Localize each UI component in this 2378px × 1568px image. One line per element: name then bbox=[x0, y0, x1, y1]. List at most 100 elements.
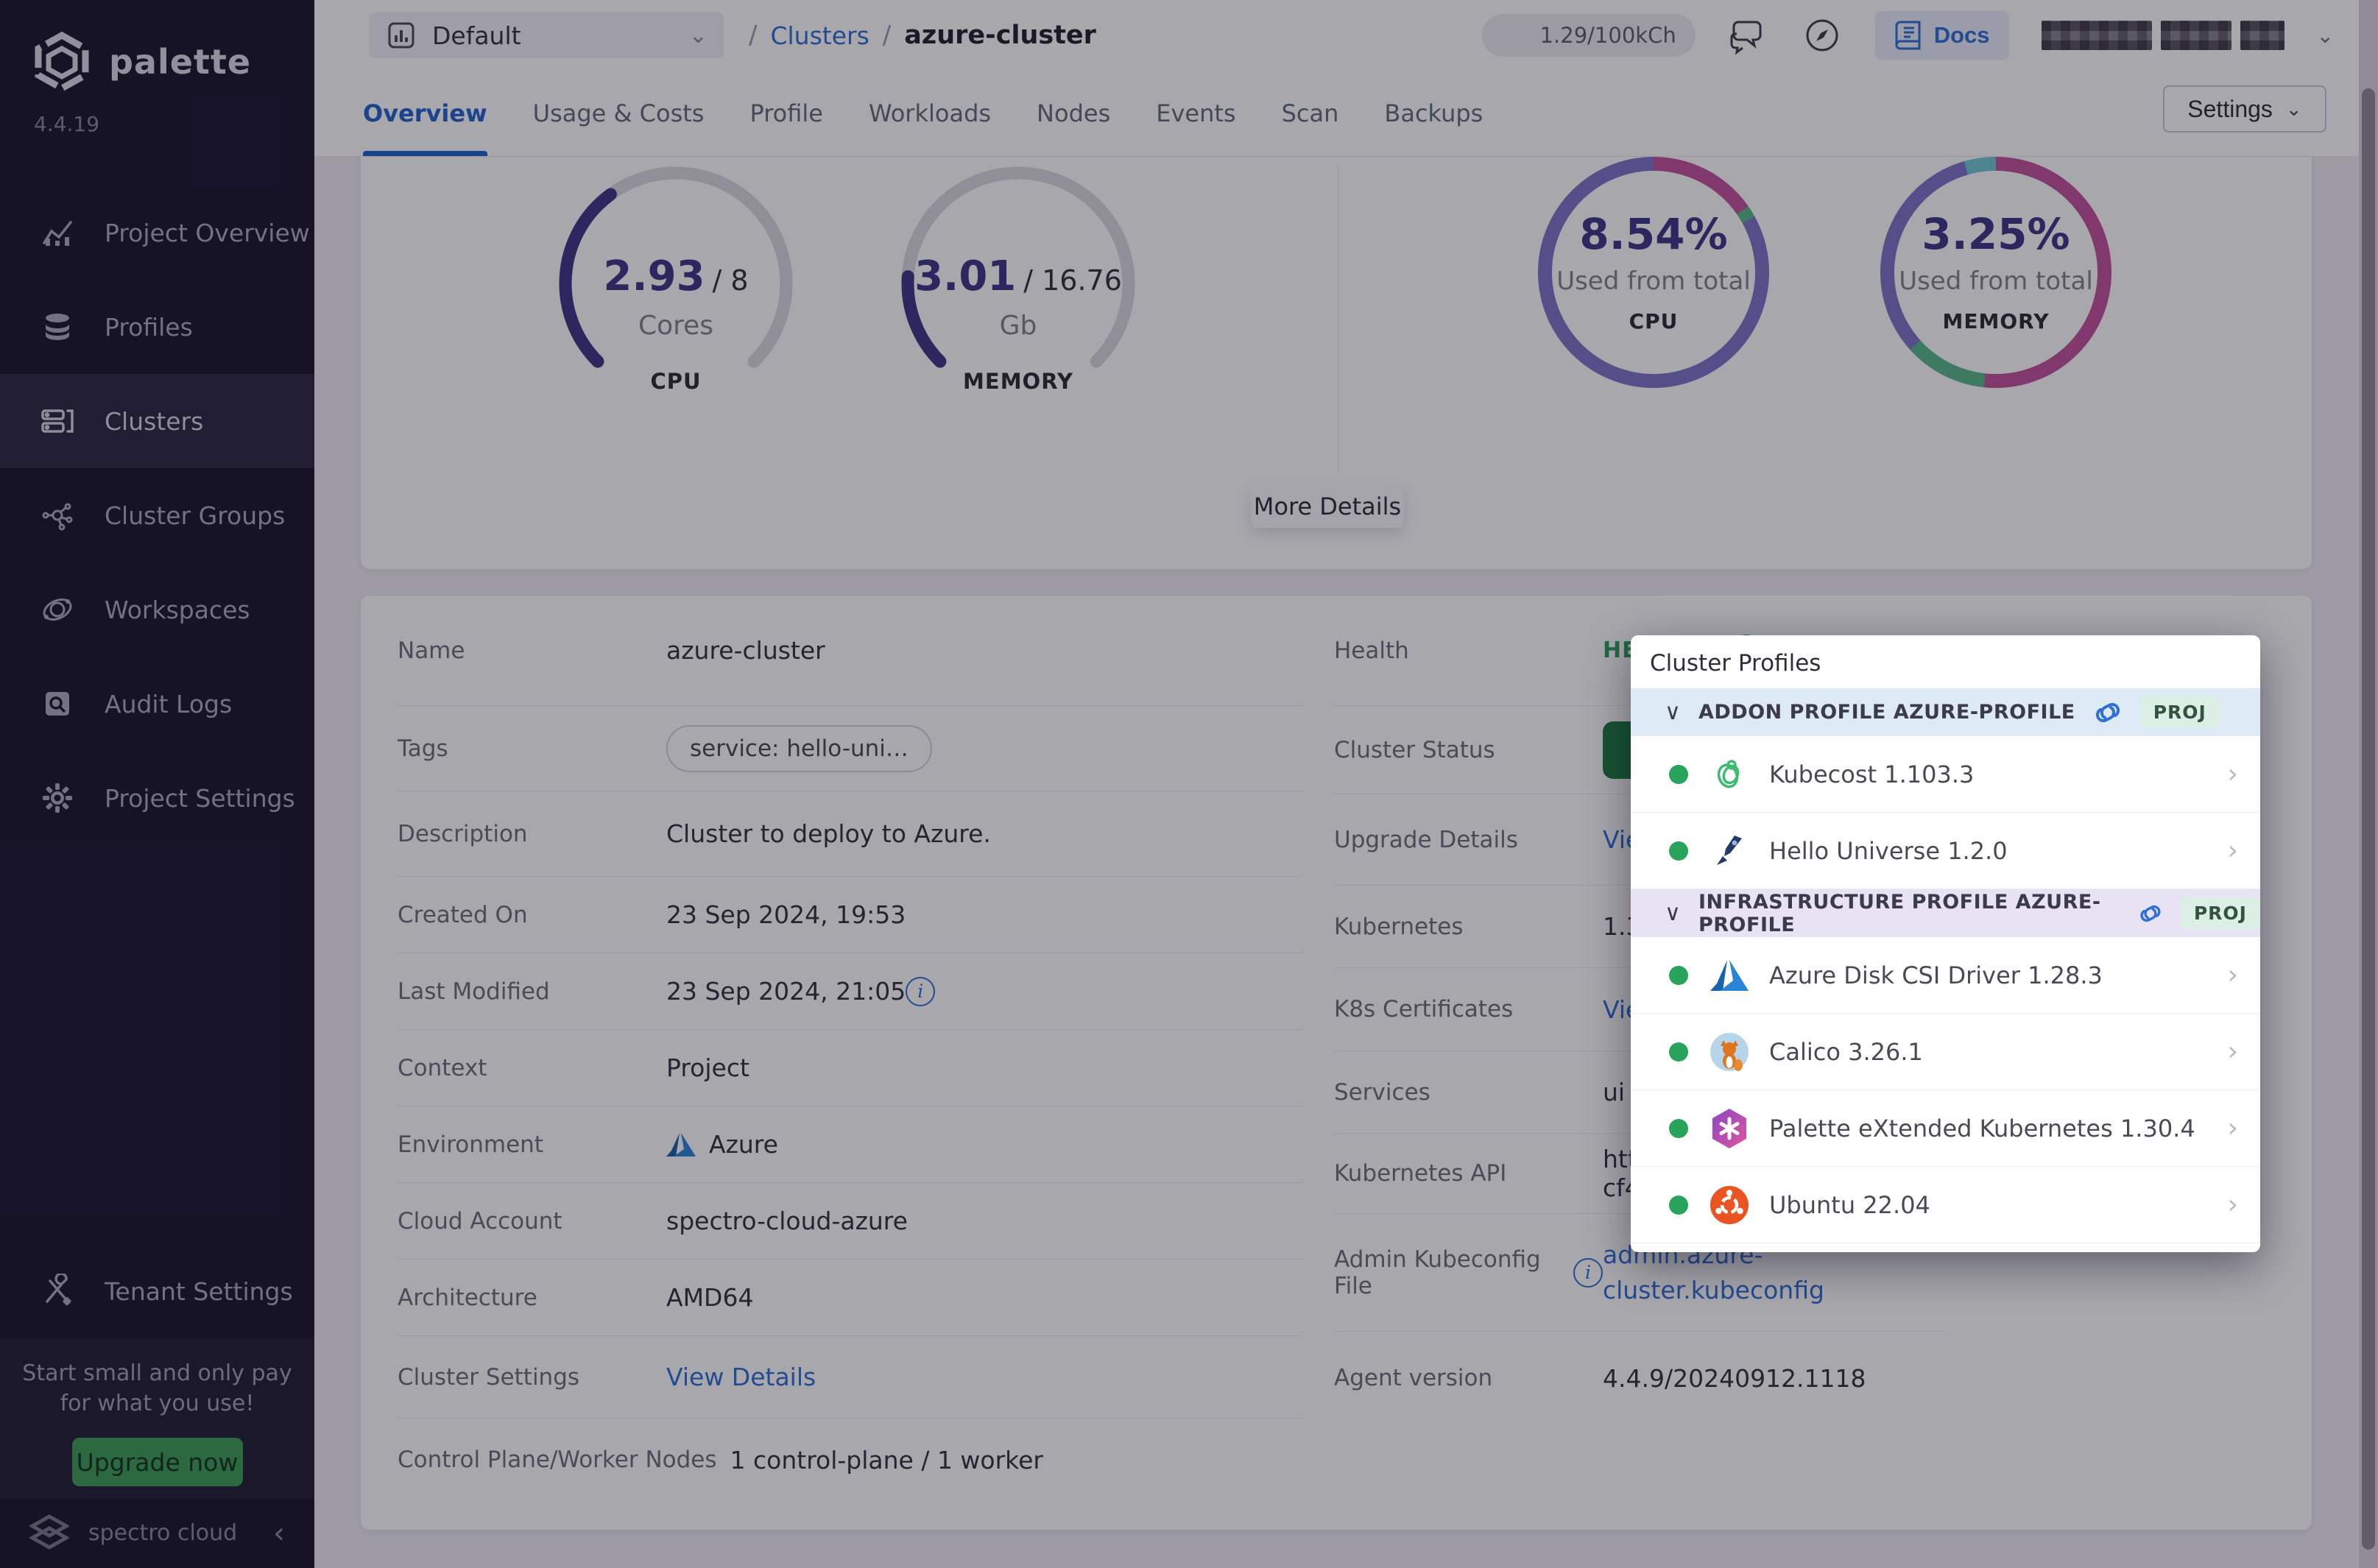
project-icon bbox=[385, 19, 417, 52]
detail-row-description: Description Cluster to deploy to Azure. bbox=[398, 791, 1303, 877]
user-menu-chevron-icon[interactable]: ⌄ bbox=[2317, 24, 2334, 48]
tab-profile[interactable]: Profile bbox=[749, 71, 823, 156]
ubuntu-icon bbox=[1709, 1184, 1750, 1226]
link-icon bbox=[2093, 700, 2123, 725]
proj-badge: PROJ bbox=[2181, 897, 2260, 930]
sidebar-item-profiles[interactable]: Profiles bbox=[0, 280, 314, 374]
status-dot bbox=[1669, 1119, 1688, 1138]
breadcrumb-separator: / bbox=[883, 21, 891, 50]
tenant-settings-section: Tenant Settings bbox=[0, 1244, 314, 1338]
sidebar-item-audit-logs[interactable]: Audit Logs bbox=[0, 657, 314, 751]
sidebar-nav: Project Overview Profiles Clusters Clust… bbox=[0, 186, 314, 845]
profile-item-kubecost[interactable]: Kubecost 1.103.3 › bbox=[1631, 736, 2260, 813]
detail-row-created-on: Created On 23 Sep 2024, 19:53 bbox=[398, 877, 1303, 953]
credits-meter: 1.29/100kCh bbox=[1482, 14, 1696, 57]
sidebar-item-project-settings[interactable]: Project Settings bbox=[0, 751, 314, 845]
sidebar-item-label: Workspaces bbox=[105, 596, 250, 624]
tab-scan[interactable]: Scan bbox=[1282, 71, 1339, 156]
app-version: 4.4.19 bbox=[34, 112, 99, 136]
chevron-down-icon: ⌄ bbox=[2286, 98, 2302, 121]
azure-icon bbox=[666, 1131, 696, 1158]
memory-unit: Gb bbox=[893, 311, 1143, 341]
memory-gauge-label: MEMORY bbox=[893, 369, 1143, 394]
spectro-cloud-logo bbox=[29, 1514, 69, 1553]
profile-item-azure-disk-csi[interactable]: Azure Disk CSI Driver 1.28.3 › bbox=[1631, 937, 2260, 1014]
memory-usage-percent: 3.25% bbox=[1894, 209, 2097, 259]
detail-row-architecture: Architecture AMD64 bbox=[398, 1260, 1303, 1336]
detail-row-environment: Environment Azure bbox=[398, 1106, 1303, 1183]
detail-row-agent-version: Agent version 4.4.9/20240912.1118 bbox=[1334, 1332, 1945, 1424]
info-icon[interactable]: i bbox=[906, 977, 935, 1006]
project-selector[interactable]: Default ⌄ bbox=[369, 13, 724, 58]
tab-events[interactable]: Events bbox=[1156, 71, 1235, 156]
breadcrumb-clusters-link[interactable]: Clusters bbox=[770, 21, 869, 50]
chevron-down-icon: ∨ bbox=[1665, 900, 1681, 926]
profile-item-ubuntu[interactable]: Ubuntu 22.04 › bbox=[1631, 1167, 2260, 1243]
profile-item-hello-universe[interactable]: Hello Universe 1.2.0 › bbox=[1631, 813, 2260, 889]
chevron-right-icon: › bbox=[2228, 1190, 2238, 1220]
compass-icon[interactable] bbox=[1802, 15, 1843, 56]
chevron-down-icon: ∨ bbox=[1665, 699, 1681, 725]
detail-row-name: Name azure-cluster bbox=[398, 596, 1303, 706]
link-icon bbox=[2138, 901, 2163, 926]
redacted-block bbox=[2042, 21, 2152, 50]
chevron-right-icon: › bbox=[2228, 1036, 2238, 1067]
tab-workloads[interactable]: Workloads bbox=[869, 71, 991, 156]
audit-logs-icon bbox=[38, 685, 77, 723]
sidebar-item-clusters[interactable]: Clusters bbox=[0, 374, 314, 468]
info-icon[interactable]: i bbox=[1573, 1258, 1603, 1288]
profile-item-calico[interactable]: Calico 3.26.1 › bbox=[1631, 1014, 2260, 1090]
infrastructure-profile-section-header[interactable]: ∨ INFRASTRUCTURE PROFILE AZURE-PROFILE P… bbox=[1631, 889, 2260, 937]
cpu-used-value: 2.93 bbox=[603, 252, 705, 300]
tab-usage-costs[interactable]: Usage & Costs bbox=[533, 71, 705, 156]
project-selector-value: Default bbox=[432, 21, 689, 50]
sidebar-item-cluster-groups[interactable]: Cluster Groups bbox=[0, 468, 314, 562]
brand: palette bbox=[31, 31, 251, 93]
memory-usage-donut: 3.25% Used from total MEMORY bbox=[1880, 157, 2111, 388]
metrics-card: 2.93/ 8 Cores CPU 3.01/ 16.76 Gb MEM bbox=[361, 157, 2312, 569]
sidebar-item-label: Clusters bbox=[105, 407, 203, 436]
tab-overview[interactable]: Overview bbox=[363, 71, 487, 156]
sidebar-item-project-overview[interactable]: Project Overview bbox=[0, 186, 314, 280]
memory-usage-label: MEMORY bbox=[1894, 309, 2097, 333]
collapse-sidebar-icon[interactable]: ‹ bbox=[273, 1519, 285, 1548]
proj-badge: PROJ bbox=[2140, 696, 2220, 729]
sidebar: palette 4.4.19 Project Overview Profiles bbox=[0, 0, 314, 1568]
upgrade-now-button[interactable]: Upgrade now bbox=[72, 1438, 243, 1486]
palette-logo-icon bbox=[31, 31, 93, 93]
user-name-redacted[interactable] bbox=[2042, 21, 2284, 50]
hello-universe-icon bbox=[1709, 830, 1750, 872]
sidebar-item-tenant-settings[interactable]: Tenant Settings bbox=[0, 1244, 314, 1338]
addon-profile-section-header[interactable]: ∨ ADDON PROFILE AZURE-PROFILE PROJ bbox=[1631, 688, 2260, 736]
scrollbar-track[interactable] bbox=[2359, 0, 2378, 1568]
status-dot bbox=[1669, 1042, 1688, 1062]
tab-backups[interactable]: Backups bbox=[1384, 71, 1483, 156]
cpu-usage-caption: Used from total bbox=[1552, 266, 1755, 296]
detail-row-tags: Tags service: hello-uni… bbox=[398, 706, 1303, 791]
chevron-right-icon: › bbox=[2228, 960, 2238, 990]
tab-nodes[interactable]: Nodes bbox=[1037, 71, 1110, 156]
top-bar: Default ⌄ / Clusters / azure-cluster 1.2… bbox=[314, 0, 2378, 71]
tag-pill[interactable]: service: hello-uni… bbox=[666, 725, 932, 772]
memory-total-value: / 16.76 bbox=[1023, 264, 1122, 297]
credits-value: 1.29/100kCh bbox=[1540, 23, 1676, 48]
chat-icon[interactable] bbox=[1728, 15, 1769, 56]
profile-item-palette-extended-kubernetes[interactable]: Palette eXtended Kubernetes 1.30.4 › bbox=[1631, 1090, 2260, 1167]
workspaces-icon bbox=[38, 590, 77, 629]
settings-button[interactable]: Settings ⌄ bbox=[2163, 85, 2326, 133]
cluster-settings-view-details-link[interactable]: View Details bbox=[666, 1363, 816, 1391]
upgrade-promo: Start small and only pay for what you us… bbox=[0, 1338, 314, 1497]
brand-name: palette bbox=[109, 42, 251, 82]
status-dot bbox=[1669, 765, 1688, 784]
sidebar-item-label: Project Overview bbox=[105, 219, 310, 247]
scrollbar-thumb[interactable] bbox=[2362, 88, 2375, 1550]
chevron-right-icon: › bbox=[2228, 1113, 2238, 1143]
sidebar-item-workspaces[interactable]: Workspaces bbox=[0, 562, 314, 657]
cpu-usage-donut: 8.54% Used from total CPU bbox=[1538, 157, 1769, 388]
azure-icon bbox=[1709, 955, 1750, 996]
cpu-usage-percent: 8.54% bbox=[1552, 209, 1755, 259]
cpu-gauge: 2.93/ 8 Cores CPU bbox=[551, 158, 801, 412]
sidebar-item-label: Profiles bbox=[105, 313, 193, 342]
more-details-button[interactable]: More Details bbox=[1251, 485, 1404, 528]
docs-button[interactable]: Docs bbox=[1875, 11, 2009, 60]
